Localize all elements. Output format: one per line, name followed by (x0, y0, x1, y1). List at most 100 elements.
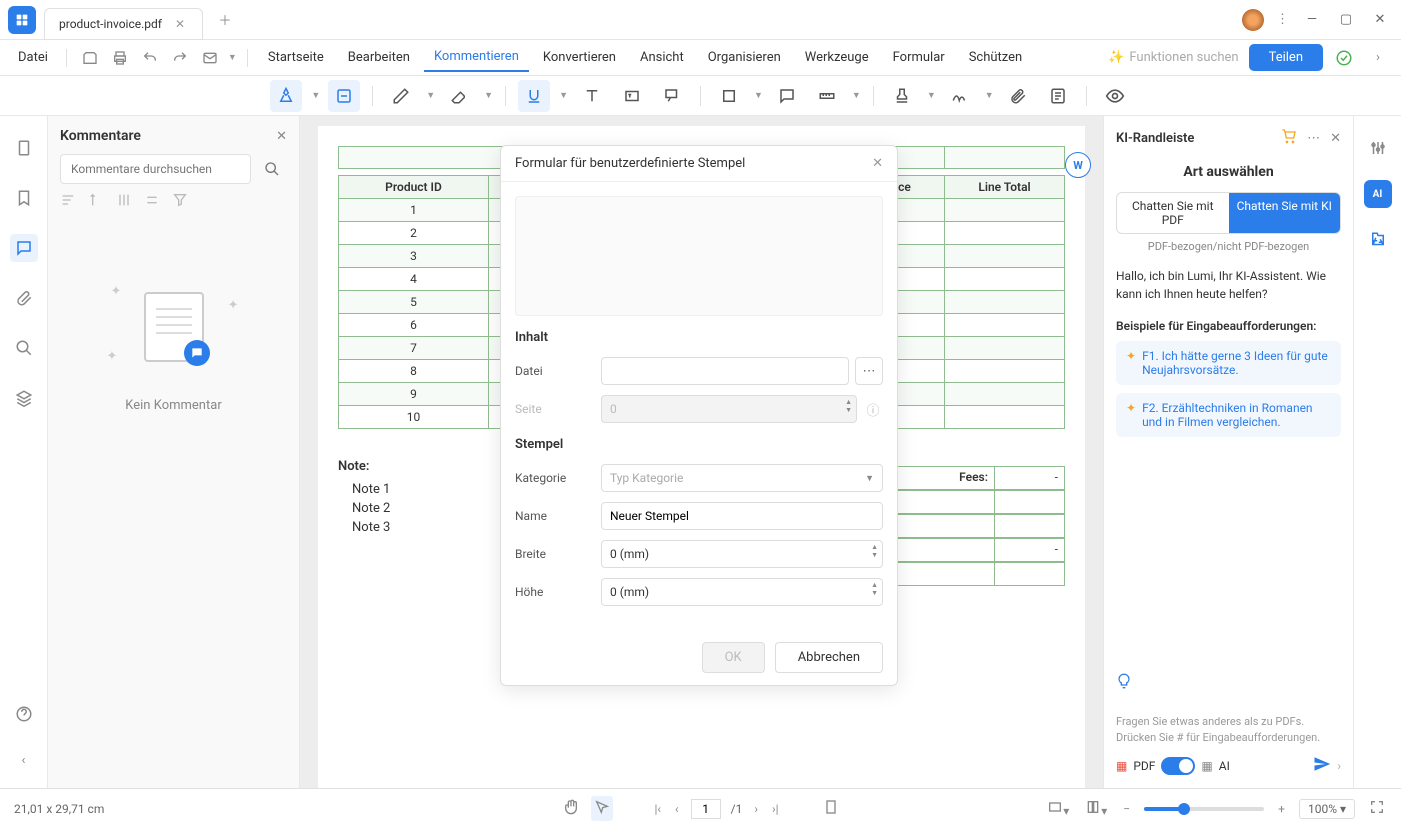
add-tab-button[interactable]: ＋ (213, 8, 237, 32)
pdf-toggle[interactable] (1161, 757, 1195, 775)
minimize-button[interactable]: — (1301, 9, 1323, 31)
attachment-tool-icon[interactable] (1002, 80, 1034, 112)
info-icon[interactable]: ⓘ (863, 399, 883, 419)
stamp-tool-icon[interactable] (886, 80, 918, 112)
hide-comments-icon[interactable] (1099, 80, 1131, 112)
first-page-icon[interactable]: |‹ (652, 800, 663, 818)
help-icon[interactable] (10, 700, 38, 728)
close-tab-icon[interactable]: ✕ (172, 16, 188, 32)
translate-icon[interactable] (1364, 226, 1392, 254)
menu-konvertieren[interactable]: Konvertieren (533, 44, 626, 71)
open-icon[interactable] (77, 45, 103, 71)
undo-icon[interactable] (137, 45, 163, 71)
menu-formular[interactable]: Formular (883, 44, 955, 71)
highlight-tool-icon[interactable] (270, 80, 302, 112)
measure-tool-icon[interactable] (811, 80, 843, 112)
callout-tool-icon[interactable] (656, 80, 688, 112)
hand-tool-icon[interactable] (560, 797, 580, 820)
sync-icon[interactable] (1333, 47, 1355, 69)
filter-icon[interactable] (172, 192, 188, 212)
fit-width-icon[interactable]: ▾ (1045, 797, 1071, 820)
tab-chat-ki[interactable]: Chatten Sie mit KI (1229, 193, 1341, 233)
menu-kommentieren[interactable]: Kommentieren (424, 43, 529, 72)
document-tab[interactable]: product-invoice.pdf ✕ (44, 8, 203, 40)
menu-file[interactable]: Datei (10, 46, 56, 69)
eraser-tool-icon[interactable] (443, 80, 475, 112)
share-button[interactable]: Teilen (1249, 44, 1323, 71)
menu-organisieren[interactable]: Organisieren (698, 44, 791, 71)
menu-schuetzen[interactable]: Schützen (959, 44, 1033, 71)
maximize-button[interactable]: ▢ (1335, 9, 1357, 31)
form-tool-icon[interactable] (1042, 80, 1074, 112)
ai-icon[interactable]: AI (1364, 180, 1392, 208)
menu-ansicht[interactable]: Ansicht (630, 44, 694, 71)
sort-icon[interactable] (60, 192, 76, 212)
menu-werkzeuge[interactable]: Werkzeuge (795, 44, 879, 71)
dropdown-icon[interactable]: ▼ (228, 52, 237, 63)
zoom-slider[interactable] (1144, 807, 1264, 811)
expand-chat-icon[interactable]: › (1337, 759, 1341, 773)
search-functions[interactable]: ✨ Funktionen suchen (1108, 50, 1238, 65)
more-menu-icon[interactable]: ⋮ (1276, 12, 1289, 27)
word-export-badge[interactable]: W (1065, 152, 1091, 178)
print-icon[interactable] (107, 45, 133, 71)
browse-file-button[interactable]: ⋯ (855, 357, 883, 385)
category-select[interactable]: Typ Kategorie▼ (601, 464, 883, 492)
comments-tab-icon[interactable] (10, 234, 38, 262)
shape-tool-icon[interactable] (713, 80, 745, 112)
menu-startseite[interactable]: Startseite (258, 44, 334, 71)
comments-search-input[interactable] (60, 154, 251, 184)
prev-page-icon[interactable]: ‹ (673, 800, 681, 818)
close-window-button[interactable]: ✕ (1369, 9, 1391, 31)
last-page-icon[interactable]: ›| (770, 800, 781, 818)
page-number-input[interactable] (691, 799, 721, 819)
collapse-all-icon[interactable] (144, 192, 160, 212)
view-mode-icon[interactable]: ▾ (1083, 797, 1109, 820)
file-input[interactable] (601, 357, 849, 385)
width-spinner[interactable]: 0 (mm)▲▼ (601, 540, 883, 568)
user-avatar[interactable] (1242, 9, 1264, 31)
example-prompt-1[interactable]: ✦F1. Ich hätte gerne 3 Ideen für gute Ne… (1116, 341, 1341, 385)
redo-icon[interactable] (167, 45, 193, 71)
attachments-icon[interactable] (10, 284, 38, 312)
pencil-tool-icon[interactable] (385, 80, 417, 112)
fullscreen-icon[interactable] (1367, 797, 1387, 820)
sort-az-icon[interactable] (88, 192, 104, 212)
dialog-close-icon[interactable]: ✕ (872, 156, 883, 171)
name-input[interactable] (601, 502, 883, 530)
close-ai-icon[interactable]: ✕ (1330, 131, 1341, 146)
lightbulb-icon[interactable] (1116, 673, 1132, 693)
more-icon[interactable]: ⋯ (1307, 131, 1320, 146)
note-tool-icon[interactable] (771, 80, 803, 112)
tab-chat-pdf[interactable]: Chatten Sie mit PDF (1117, 193, 1229, 233)
layers-icon[interactable] (10, 384, 38, 412)
expand-icon[interactable] (116, 192, 132, 212)
zoom-out-icon[interactable]: − (1121, 800, 1132, 818)
select-tool-icon[interactable] (590, 796, 612, 821)
height-spinner[interactable]: 0 (mm)▲▼ (601, 578, 883, 606)
textbox-tool-icon[interactable] (616, 80, 648, 112)
search-tab-icon[interactable] (10, 334, 38, 362)
chevron-icon[interactable]: › (1365, 45, 1391, 71)
settings-icon[interactable] (1364, 134, 1392, 162)
bookmarks-icon[interactable] (10, 184, 38, 212)
text-tool-icon[interactable] (576, 80, 608, 112)
close-panel-icon[interactable]: ✕ (276, 129, 287, 144)
cancel-button[interactable]: Abbrechen (775, 642, 883, 673)
cart-icon[interactable] (1281, 128, 1297, 148)
zoom-value[interactable]: 100% ▾ (1299, 799, 1355, 819)
menu-bearbeiten[interactable]: Bearbeiten (338, 44, 420, 71)
zoom-in-icon[interactable]: + (1276, 800, 1287, 818)
collapse-icon[interactable]: ‹ (10, 746, 38, 774)
send-icon[interactable] (1313, 755, 1331, 776)
scroll-mode-icon[interactable] (821, 797, 841, 820)
next-page-icon[interactable]: › (752, 800, 760, 818)
ai-badge-icon: ▦ (1201, 759, 1212, 773)
underline-tool-icon[interactable] (518, 80, 550, 112)
thumbnails-icon[interactable] (10, 134, 38, 162)
email-icon[interactable] (197, 45, 223, 71)
area-highlight-icon[interactable] (328, 80, 360, 112)
example-prompt-2[interactable]: ✦F2. Erzähltechniken in Romanen und in F… (1116, 393, 1341, 437)
signature-tool-icon[interactable] (944, 80, 976, 112)
search-icon[interactable] (257, 154, 287, 184)
